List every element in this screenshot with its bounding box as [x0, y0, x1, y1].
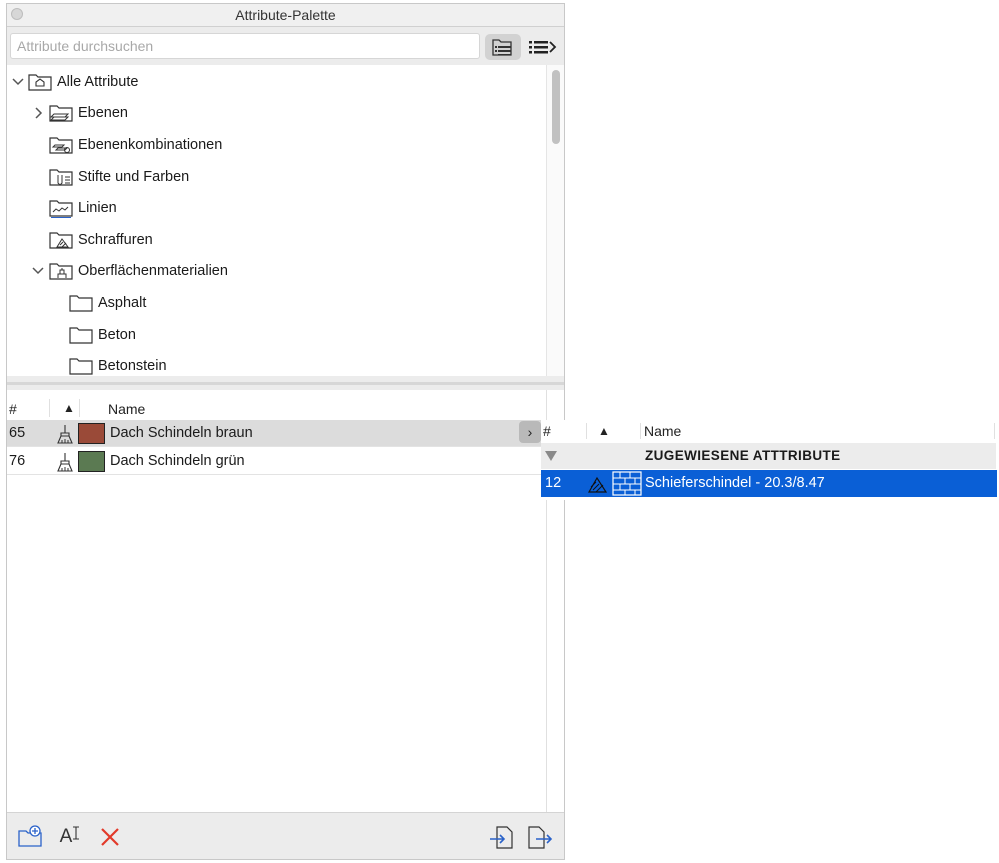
tree-item-label: Linien — [78, 200, 117, 216]
tree-item-beton[interactable]: Beton — [68, 321, 136, 349]
new-folder-button[interactable] — [15, 823, 45, 851]
folder-surfaces-icon — [49, 263, 73, 280]
sort-ascending-icon[interactable]: ▲ — [598, 424, 610, 438]
export-icon — [528, 826, 553, 849]
tree-item-alle-attribute[interactable]: Alle Attribute — [9, 68, 138, 96]
row-name: Dach Schindeln grün — [110, 453, 245, 469]
export-button[interactable] — [525, 823, 555, 851]
group-header-row[interactable]: ZUGEWIESENE ATTTRIBUTE — [541, 443, 996, 469]
folder-layer-combinations-icon — [49, 137, 73, 154]
color-swatch — [78, 451, 105, 472]
triangle-down-icon[interactable] — [545, 451, 557, 461]
folder-icon — [69, 327, 93, 344]
folder-fills-icon — [49, 232, 73, 249]
group-label: ZUGEWIESENE ATTTRIBUTE — [645, 448, 841, 463]
import-icon — [490, 826, 513, 849]
tree-item-label: Oberflächenmaterialien — [78, 263, 228, 279]
chevron-down-icon[interactable] — [9, 68, 27, 96]
list-view-button[interactable] — [527, 36, 557, 58]
assigned-attribute-row[interactable]: 12 Schieferschindel - 20.3/8.47 — [541, 470, 997, 497]
show-details-button[interactable]: › — [519, 421, 541, 443]
tree-item-label: Beton — [98, 327, 136, 343]
tree-scrollbar-thumb[interactable] — [552, 70, 560, 144]
folder-layers-icon — [49, 105, 73, 122]
tree-view-button[interactable] — [485, 34, 521, 60]
list-row[interactable]: 65 Dach Schindeln braun — [7, 420, 546, 447]
delete-icon — [101, 828, 119, 846]
fill-pattern-icon — [587, 476, 608, 493]
folder-tree-icon — [492, 39, 512, 56]
column-header-name[interactable]: Name — [644, 423, 681, 439]
list-row[interactable]: 76 Dach Schindeln grün — [7, 448, 546, 475]
paint-brush-icon — [57, 425, 73, 444]
import-button[interactable] — [487, 823, 517, 851]
chevron-right-icon[interactable] — [30, 99, 48, 127]
attribute-tree: Alle Attribute Ebenen Ebenenkombinatione… — [7, 65, 564, 376]
list-arrow-icon — [529, 41, 557, 54]
column-divider — [640, 423, 641, 439]
title-bar[interactable]: Attribute-Palette — [7, 4, 564, 27]
column-divider — [994, 423, 995, 439]
row-name: Dach Schindeln braun — [110, 425, 253, 441]
color-swatch — [78, 423, 105, 444]
column-divider — [49, 399, 50, 417]
row-name: Schieferschindel - 20.3/8.47 — [645, 475, 825, 491]
folder-icon — [69, 358, 93, 375]
attribute-palette-window: Attribute-Palette Alle Attribute — [6, 3, 565, 860]
tree-item-label: Alle Attribute — [57, 74, 139, 90]
attribute-list: # ▲ Name 65 Dach Schindeln braun 76 Dach… — [7, 390, 564, 812]
tree-item-label: Asphalt — [98, 295, 147, 311]
tree-item-ebenenkombinationen[interactable]: Ebenenkombinationen — [30, 131, 222, 159]
tree-item-label: Stifte und Farben — [78, 169, 190, 185]
column-header-number[interactable]: # — [543, 423, 551, 439]
row-number: 65 — [9, 425, 26, 441]
row-number: 76 — [9, 453, 26, 469]
tree-item-label: Ebenen — [78, 105, 128, 121]
tree-item-label: Betonstein — [98, 358, 167, 374]
text-cursor-icon — [73, 826, 80, 840]
splitter-line — [7, 382, 564, 385]
column-header-name[interactable]: Name — [108, 401, 145, 417]
column-divider — [79, 399, 80, 417]
tree-item-oberflaechenmaterialien[interactable]: Oberflächenmaterialien — [27, 257, 228, 285]
column-header-number[interactable]: # — [9, 401, 17, 417]
folder-lines-icon — [49, 200, 73, 218]
tree-item-schraffuren[interactable]: Schraffuren — [30, 226, 153, 254]
rename-text-icon: A — [59, 826, 73, 847]
column-divider — [586, 423, 587, 439]
rename-button[interactable]: A — [55, 823, 85, 851]
tree-item-linien[interactable]: Linien — [30, 194, 117, 222]
folder-icon — [69, 295, 93, 312]
brick-texture-icon — [612, 471, 642, 496]
row-number: 12 — [545, 475, 562, 491]
bottom-toolbar: A — [7, 812, 564, 859]
search-input[interactable] — [10, 33, 480, 59]
tree-item-label: Ebenenkombinationen — [78, 137, 223, 153]
chevron-down-icon[interactable] — [27, 257, 48, 285]
tree-item-stifte-und-farben[interactable]: Stifte und Farben — [30, 163, 189, 191]
window-title: Attribute-Palette — [235, 7, 336, 23]
tree-item-betonstein[interactable]: Betonstein — [68, 352, 167, 376]
sort-ascending-icon[interactable]: ▲ — [63, 401, 75, 415]
tree-item-ebenen[interactable]: Ebenen — [30, 99, 128, 127]
new-folder-icon — [18, 825, 42, 847]
delete-button[interactable] — [95, 823, 125, 851]
paint-brush-icon — [57, 453, 73, 472]
tree-item-label: Schraffuren — [78, 232, 153, 248]
tree-item-asphalt[interactable]: Asphalt — [68, 289, 146, 317]
folder-home-icon — [28, 74, 52, 91]
folder-pens-icon — [49, 169, 73, 186]
